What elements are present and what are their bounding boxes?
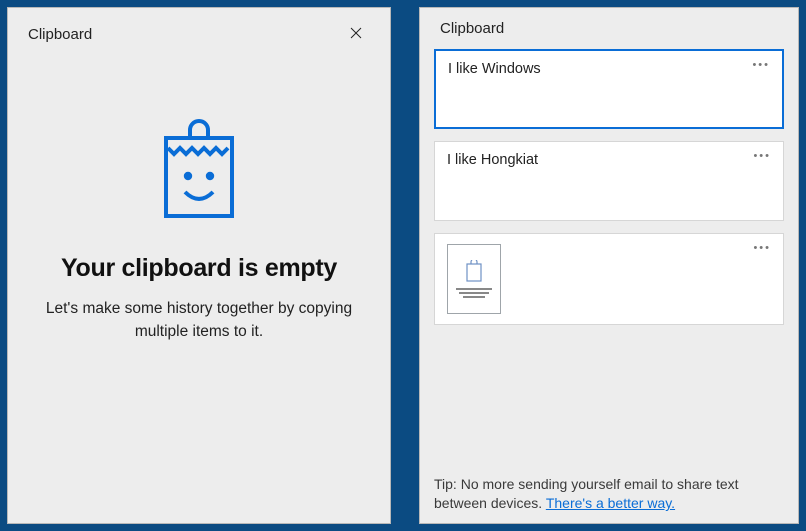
clipboard-panel-history: Clipboard I like Windows ••• I like Hong… (419, 7, 799, 524)
item-more-button[interactable]: ••• (753, 150, 771, 162)
empty-subtitle: Let's make some history together by copy… (44, 297, 354, 344)
item-more-button[interactable]: ••• (753, 242, 771, 254)
clipboard-item-text: I like Windows (448, 61, 541, 77)
clipboard-item[interactable]: ••• (434, 233, 784, 325)
panel-header: Clipboard (420, 8, 798, 45)
clipboard-panel-empty: Clipboard Your clipboard is empty Let's … (7, 7, 391, 524)
clipboard-item-text: I like Hongkiat (447, 152, 538, 168)
ellipsis-icon: ••• (752, 59, 770, 71)
clipboard-item[interactable]: I like Hongkiat ••• (434, 141, 784, 221)
panel-header: Clipboard (8, 8, 390, 56)
ellipsis-icon: ••• (753, 242, 771, 254)
panel-title: Clipboard (28, 26, 92, 43)
clipboard-items-list: I like Windows ••• I like Hongkiat ••• (420, 45, 798, 325)
item-more-button[interactable]: ••• (752, 59, 770, 71)
clipboard-image-thumbnail (447, 244, 501, 314)
thumbnail-lines-icon (454, 288, 494, 298)
tip-link[interactable]: There's a better way. (546, 495, 675, 511)
close-icon (350, 26, 362, 43)
tip-bar: Tip: No more sending yourself email to s… (420, 467, 798, 523)
close-button[interactable] (342, 20, 370, 48)
clipboard-smile-icon (162, 118, 236, 220)
empty-state: Your clipboard is empty Let's make some … (8, 56, 390, 523)
panel-title: Clipboard (440, 20, 504, 37)
ellipsis-icon: ••• (753, 150, 771, 162)
clipboard-item[interactable]: I like Windows ••• (434, 49, 784, 129)
empty-heading: Your clipboard is empty (61, 254, 337, 283)
